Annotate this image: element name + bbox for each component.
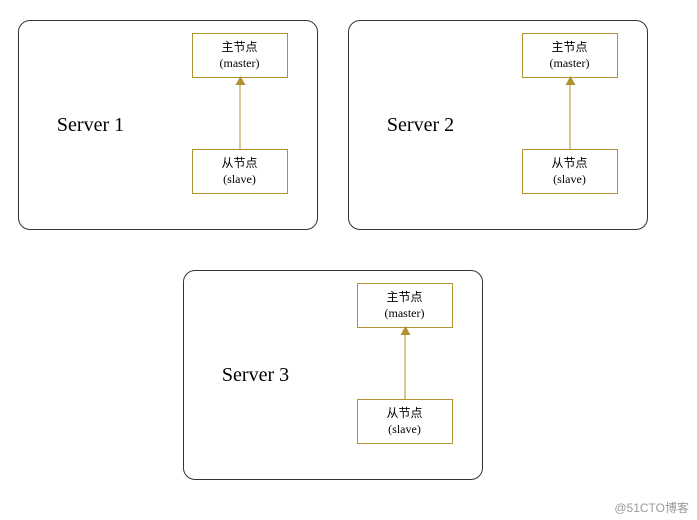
server-card-1: Server 1 主节点 (master) 从节点 (slave) xyxy=(18,20,318,230)
server-nodes-2: 主节点 (master) 从节点 (slave) xyxy=(492,21,647,229)
master-node-2: 主节点 (master) xyxy=(522,33,618,78)
server-label-3: Server 3 xyxy=(184,364,327,387)
master-node-line1: 主节点 xyxy=(195,40,285,56)
master-node-line2: (master) xyxy=(360,306,450,322)
slave-node-line2: (slave) xyxy=(360,422,450,438)
arrow-icon xyxy=(239,77,240,149)
server-card-3: Server 3 主节点 (master) 从节点 (slave) xyxy=(183,270,483,480)
server-card-2: Server 2 主节点 (master) 从节点 (slave) xyxy=(348,20,648,230)
slave-node-line1: 从节点 xyxy=(525,156,615,172)
server-nodes-1: 主节点 (master) 从节点 (slave) xyxy=(162,21,317,229)
master-node-line2: (master) xyxy=(195,56,285,72)
master-node-line1: 主节点 xyxy=(360,290,450,306)
server-label-2: Server 2 xyxy=(349,114,492,137)
server-nodes-3: 主节点 (master) 从节点 (slave) xyxy=(327,271,482,479)
master-node-3: 主节点 (master) xyxy=(357,283,453,328)
arrow-icon xyxy=(404,327,405,399)
slave-node-line2: (slave) xyxy=(195,172,285,188)
master-node-line1: 主节点 xyxy=(525,40,615,56)
server-label-1: Server 1 xyxy=(19,114,162,137)
slave-node-3: 从节点 (slave) xyxy=(357,399,453,444)
slave-node-2: 从节点 (slave) xyxy=(522,149,618,194)
master-node-1: 主节点 (master) xyxy=(192,33,288,78)
watermark-text: @51CTO博客 xyxy=(614,499,689,516)
master-node-line2: (master) xyxy=(525,56,615,72)
slave-node-line1: 从节点 xyxy=(360,406,450,422)
slave-node-line1: 从节点 xyxy=(195,156,285,172)
slave-node-line2: (slave) xyxy=(525,172,615,188)
arrow-icon xyxy=(569,77,570,149)
slave-node-1: 从节点 (slave) xyxy=(192,149,288,194)
